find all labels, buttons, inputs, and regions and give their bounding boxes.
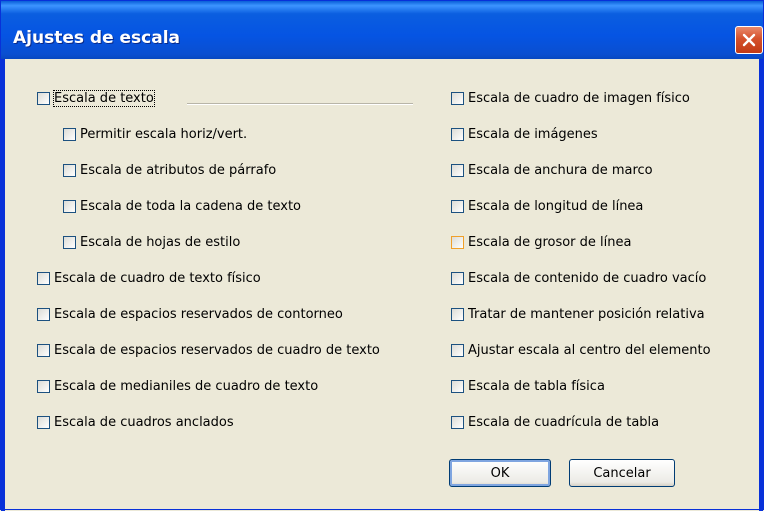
checkbox-box[interactable] <box>451 271 464 285</box>
checkbox-label: Escala de contenido de cuadro vacío <box>468 270 707 286</box>
checkbox-cuadro-texto-fisico[interactable]: Escala de cuadro de texto físico <box>37 267 261 289</box>
checkbox-box[interactable] <box>451 235 464 249</box>
checkbox-toda-cadena[interactable]: Escala de toda la cadena de texto <box>63 195 301 217</box>
checkbox-permitir-escala[interactable]: Permitir escala horiz/vert. <box>63 123 247 145</box>
checkbox-box[interactable] <box>451 127 464 141</box>
checkbox-box[interactable] <box>63 199 76 213</box>
window-title: Ajustes de escala <box>13 28 181 48</box>
checkbox-label: Permitir escala horiz/vert. <box>80 126 248 142</box>
checkbox-cuadro-imagen-fisico[interactable]: Escala de cuadro de imagen físico <box>451 87 690 109</box>
checkbox-box[interactable] <box>37 91 50 105</box>
checkbox-label: Escala de medianiles de cuadro de texto <box>54 378 319 394</box>
checkbox-box[interactable] <box>37 379 50 393</box>
checkbox-label: Escala de espacios reservados de cuadro … <box>54 342 380 358</box>
checkbox-contenido-cuadro-vacio[interactable]: Escala de contenido de cuadro vacío <box>451 267 706 289</box>
checkbox-box[interactable] <box>451 343 464 357</box>
checkbox-atributos-parrafo[interactable]: Escala de atributos de párrafo <box>63 159 276 181</box>
cancel-button[interactable]: Cancelar <box>569 459 675 487</box>
checkbox-cuadricula-tabla[interactable]: Escala de cuadrícula de tabla <box>451 411 659 433</box>
checkbox-tabla-fisica[interactable]: Escala de tabla física <box>451 375 605 397</box>
checkbox-label: Ajustar escala al centro del elemento <box>468 342 711 358</box>
checkbox-label: Escala de texto <box>53 89 155 107</box>
checkbox-hojas-estilo[interactable]: Escala de hojas de estilo <box>63 231 240 253</box>
checkbox-label: Escala de grosor de línea <box>468 234 632 250</box>
checkbox-medianiles[interactable]: Escala de medianiles de cuadro de texto <box>37 375 318 397</box>
checkbox-label: Escala de hojas de estilo <box>80 234 241 250</box>
checkbox-anchura-marco[interactable]: Escala de anchura de marco <box>451 159 653 181</box>
checkbox-cuadros-anclados[interactable]: Escala de cuadros anclados <box>37 411 234 433</box>
checkbox-longitud-linea[interactable]: Escala de longitud de línea <box>451 195 643 217</box>
scale-settings-dialog: Ajustes de escala Escala de texto Permit… <box>0 0 764 511</box>
checkbox-box[interactable] <box>451 379 464 393</box>
checkbox-label: Escala de toda la cadena de texto <box>80 198 301 214</box>
checkbox-label: Escala de atributos de párrafo <box>80 162 277 178</box>
checkbox-label: Escala de cuadro de texto físico <box>54 270 261 286</box>
checkbox-grosor-linea[interactable]: Escala de grosor de línea <box>451 231 631 253</box>
checkbox-box[interactable] <box>37 271 50 285</box>
checkbox-box[interactable] <box>451 199 464 213</box>
close-icon <box>742 33 756 47</box>
checkbox-box[interactable] <box>37 415 50 429</box>
checkbox-label: Escala de anchura de marco <box>468 162 653 178</box>
checkbox-label: Escala de longitud de línea <box>468 198 644 214</box>
checkbox-mantener-posicion[interactable]: Tratar de mantener posición relativa <box>451 303 705 325</box>
title-bar[interactable]: Ajustes de escala <box>1 1 763 59</box>
checkbox-box[interactable] <box>451 415 464 429</box>
checkbox-escala-de-texto[interactable]: Escala de texto <box>37 87 155 109</box>
ok-button[interactable]: OK <box>449 459 551 487</box>
checkbox-box[interactable] <box>63 235 76 249</box>
checkbox-espacios-cuadro-texto[interactable]: Escala de espacios reservados de cuadro … <box>37 339 380 361</box>
close-button[interactable] <box>735 26 763 54</box>
checkbox-label: Escala de cuadrícula de tabla <box>468 414 660 430</box>
checkbox-box[interactable] <box>63 127 76 141</box>
dialog-content: Escala de texto Permitir escala horiz/ve… <box>1 59 763 511</box>
checkbox-box[interactable] <box>63 163 76 177</box>
checkbox-box[interactable] <box>451 163 464 177</box>
checkbox-box[interactable] <box>37 343 50 357</box>
checkbox-box[interactable] <box>37 307 50 321</box>
checkbox-label: Escala de espacios reservados de contorn… <box>54 306 343 322</box>
checkbox-label: Escala de cuadro de imagen físico <box>468 90 690 106</box>
checkbox-label: Escala de imágenes <box>468 126 598 142</box>
checkbox-ajustar-centro[interactable]: Ajustar escala al centro del elemento <box>451 339 711 361</box>
separator-line <box>187 103 413 105</box>
checkbox-imagenes[interactable]: Escala de imágenes <box>451 123 598 145</box>
checkbox-label: Tratar de mantener posición relativa <box>468 306 705 322</box>
checkbox-box[interactable] <box>451 91 464 105</box>
checkbox-label: Escala de tabla física <box>468 378 605 394</box>
checkbox-espacios-contorneo[interactable]: Escala de espacios reservados de contorn… <box>37 303 343 325</box>
checkbox-label: Escala de cuadros anclados <box>54 414 234 430</box>
checkbox-box[interactable] <box>451 307 464 321</box>
